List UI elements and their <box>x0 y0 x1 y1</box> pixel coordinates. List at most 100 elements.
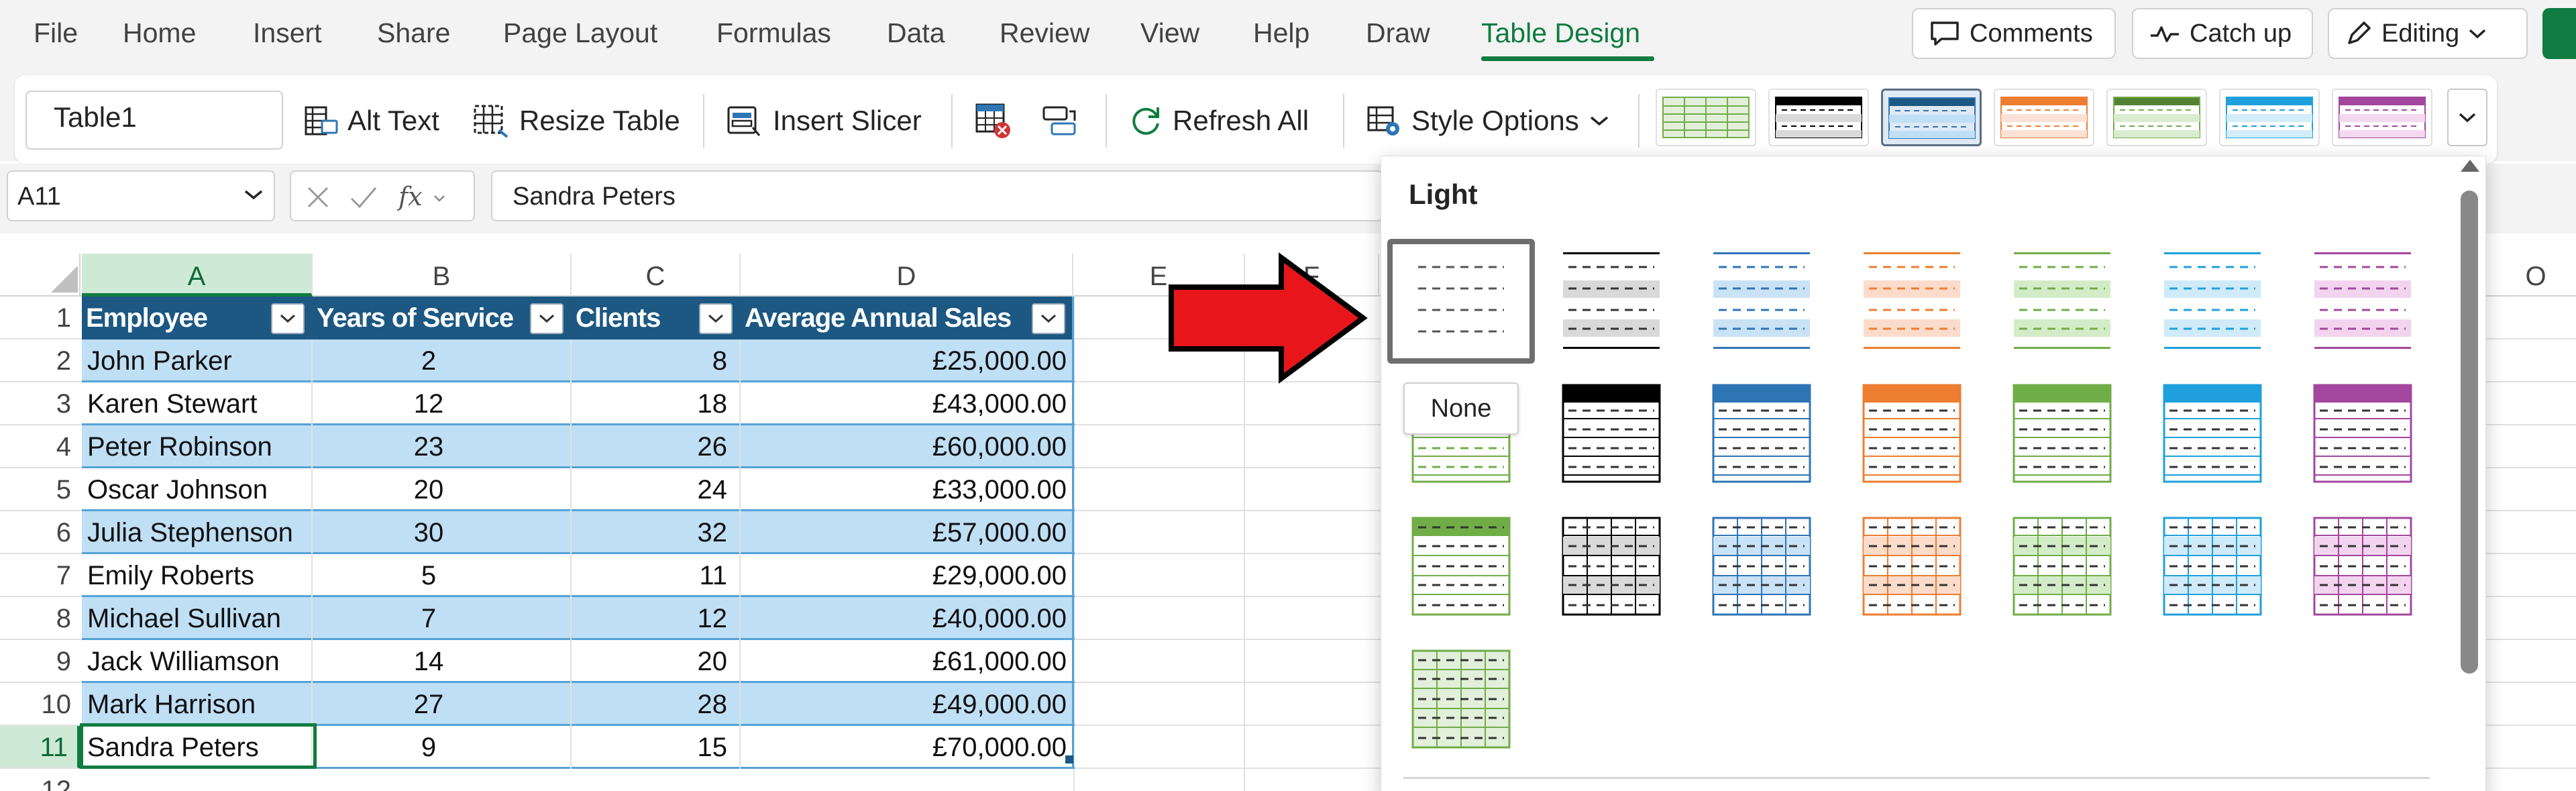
table-style-option-black-3[interactable] <box>1558 513 1665 620</box>
table-cell[interactable]: Julia Stephenson <box>82 511 313 554</box>
table-style-option-cyan-3[interactable] <box>2159 513 2266 620</box>
menu-page-layout[interactable]: Page Layout <box>503 17 657 49</box>
filter-dropdown-button[interactable] <box>271 303 305 334</box>
filter-dropdown-button[interactable] <box>530 303 564 334</box>
table-style-thumb-orange[interactable] <box>1994 89 2094 146</box>
table-cell[interactable]: 15 <box>572 726 734 769</box>
row-header-2[interactable]: 2 <box>0 339 80 382</box>
table-style-option-blue-3[interactable] <box>1708 513 1815 620</box>
menu-share[interactable]: Share <box>377 17 450 49</box>
style-options-button[interactable]: Style Options <box>1366 102 1619 140</box>
table-style-option-black-1[interactable] <box>1558 247 1665 354</box>
column-header-A[interactable]: A <box>82 254 313 297</box>
table-cell[interactable]: 32 <box>572 511 734 554</box>
table-cell[interactable]: 18 <box>572 382 734 425</box>
table-style-thumb-cyan[interactable] <box>2219 89 2320 146</box>
table-style-option-purple-1[interactable] <box>2309 247 2416 354</box>
row-header-10[interactable]: 10 <box>0 683 80 726</box>
check-icon[interactable] <box>349 184 378 211</box>
cancel-icon[interactable] <box>305 184 331 211</box>
table-cell[interactable]: 24 <box>572 468 734 511</box>
table-cell[interactable]: 12 <box>572 597 734 640</box>
filter-dropdown-button[interactable] <box>1032 303 1065 334</box>
table-style-option-orange-3[interactable] <box>1858 513 1966 620</box>
menu-home[interactable]: Home <box>123 17 196 49</box>
convert-to-range-button[interactable] <box>974 102 1022 140</box>
scroll-up-arrow[interactable] <box>2461 160 2479 172</box>
catchup-button[interactable]: Catch up <box>2132 8 2313 59</box>
table-style-option-black-2[interactable] <box>1558 380 1665 487</box>
alt-text-button[interactable]: Alt Text <box>303 102 439 140</box>
table-cell[interactable]: £29,000.00 <box>741 554 1073 597</box>
table-cell[interactable]: Karen Stewart <box>82 382 313 425</box>
table-name-input[interactable]: Table1 <box>25 91 283 150</box>
table-style-option-green-4[interactable] <box>1407 645 1515 753</box>
table-cell[interactable]: Oscar Johnson <box>82 468 313 511</box>
table-cell[interactable]: £61,000.00 <box>741 640 1073 683</box>
resize-table-button[interactable]: Resize Table <box>472 102 680 140</box>
table-cell[interactable]: 5 <box>313 554 545 597</box>
menu-insert[interactable]: Insert <box>253 17 322 49</box>
gallery-expand-button[interactable] <box>2447 89 2487 146</box>
table-cell[interactable]: £60,000.00 <box>741 425 1073 468</box>
table-style-option-blue-1[interactable] <box>1708 247 1815 354</box>
row-header-8[interactable]: 8 <box>0 597 80 640</box>
table-style-option-orange-1[interactable] <box>1858 247 1966 354</box>
row-header-3[interactable]: 3 <box>0 382 80 425</box>
table-cell[interactable]: 23 <box>313 425 545 468</box>
comments-button[interactable]: Comments <box>1912 8 2116 59</box>
table-cell[interactable]: Emily Roberts <box>82 554 313 597</box>
table-cell[interactable]: 7 <box>313 597 545 640</box>
formula-input[interactable]: Sandra Peters <box>491 170 1383 221</box>
row-header-4[interactable]: 4 <box>0 425 80 468</box>
table-cell[interactable]: 2 <box>313 339 545 382</box>
refresh-all-button[interactable]: Refresh All <box>1128 102 1309 140</box>
table-cell[interactable]: 11 <box>572 554 734 597</box>
column-header-B[interactable]: B <box>313 254 572 297</box>
row-header-11[interactable]: 11 <box>0 726 80 769</box>
function-icon[interactable]: fx <box>397 181 451 213</box>
table-style-option-green-2[interactable] <box>2008 380 2116 487</box>
table-cell[interactable]: £25,000.00 <box>741 339 1073 382</box>
table-style-option-cyan-1[interactable] <box>2159 247 2266 354</box>
share-button[interactable] <box>2542 8 2576 59</box>
table-style-option-green-3[interactable] <box>2008 513 2116 620</box>
table-cell[interactable]: John Parker <box>82 339 313 382</box>
table-cell[interactable]: £43,000.00 <box>741 382 1073 425</box>
table-cell[interactable]: Jack Williamson <box>82 640 313 683</box>
table-cell[interactable]: Michael Sullivan <box>82 597 313 640</box>
table-style-thumb-purple[interactable] <box>2332 89 2432 146</box>
table-style-thumb-green[interactable] <box>1656 89 1756 146</box>
table-cell[interactable]: 14 <box>313 640 545 683</box>
row-header-7[interactable]: 7 <box>0 554 80 597</box>
table-cell[interactable]: £57,000.00 <box>741 511 1073 554</box>
table-cell[interactable]: £70,000.00 <box>741 726 1073 769</box>
table-style-option-purple-2[interactable] <box>2309 380 2416 487</box>
table-style-option-orange-2[interactable] <box>1858 380 1966 487</box>
menu-review[interactable]: Review <box>1000 17 1089 49</box>
table-cell[interactable]: £33,000.00 <box>741 468 1073 511</box>
table-cell[interactable]: 20 <box>313 468 545 511</box>
table-cell[interactable]: 20 <box>572 640 734 683</box>
row-header-1[interactable]: 1 <box>0 297 80 339</box>
table-style-option-gray-3[interactable] <box>1407 513 1515 620</box>
table-cell[interactable]: £49,000.00 <box>741 683 1073 726</box>
table-cell[interactable]: £40,000.00 <box>741 597 1073 640</box>
menu-draw[interactable]: Draw <box>1366 17 1430 49</box>
menu-table-design[interactable]: Table Design <box>1481 17 1640 49</box>
table-cell[interactable]: 28 <box>572 683 734 726</box>
menu-file[interactable]: File <box>34 17 78 49</box>
table-cell[interactable]: Peter Robinson <box>82 425 313 468</box>
column-header-D[interactable]: D <box>741 254 1073 297</box>
table-style-thumb-green-dark[interactable] <box>2106 89 2207 146</box>
table-style-option-cyan-2[interactable] <box>2159 380 2266 487</box>
table-cell[interactable]: 26 <box>572 425 734 468</box>
column-header-C[interactable]: C <box>572 254 741 297</box>
row-header-12[interactable]: 12 <box>0 769 80 791</box>
column-header-O[interactable]: O <box>2496 254 2576 297</box>
row-header-9[interactable]: 9 <box>0 640 80 683</box>
table-cell[interactable]: 30 <box>313 511 545 554</box>
table-style-thumb-black[interactable] <box>1768 89 1869 146</box>
table-cell[interactable]: 12 <box>313 382 545 425</box>
menu-data[interactable]: Data <box>887 17 945 49</box>
